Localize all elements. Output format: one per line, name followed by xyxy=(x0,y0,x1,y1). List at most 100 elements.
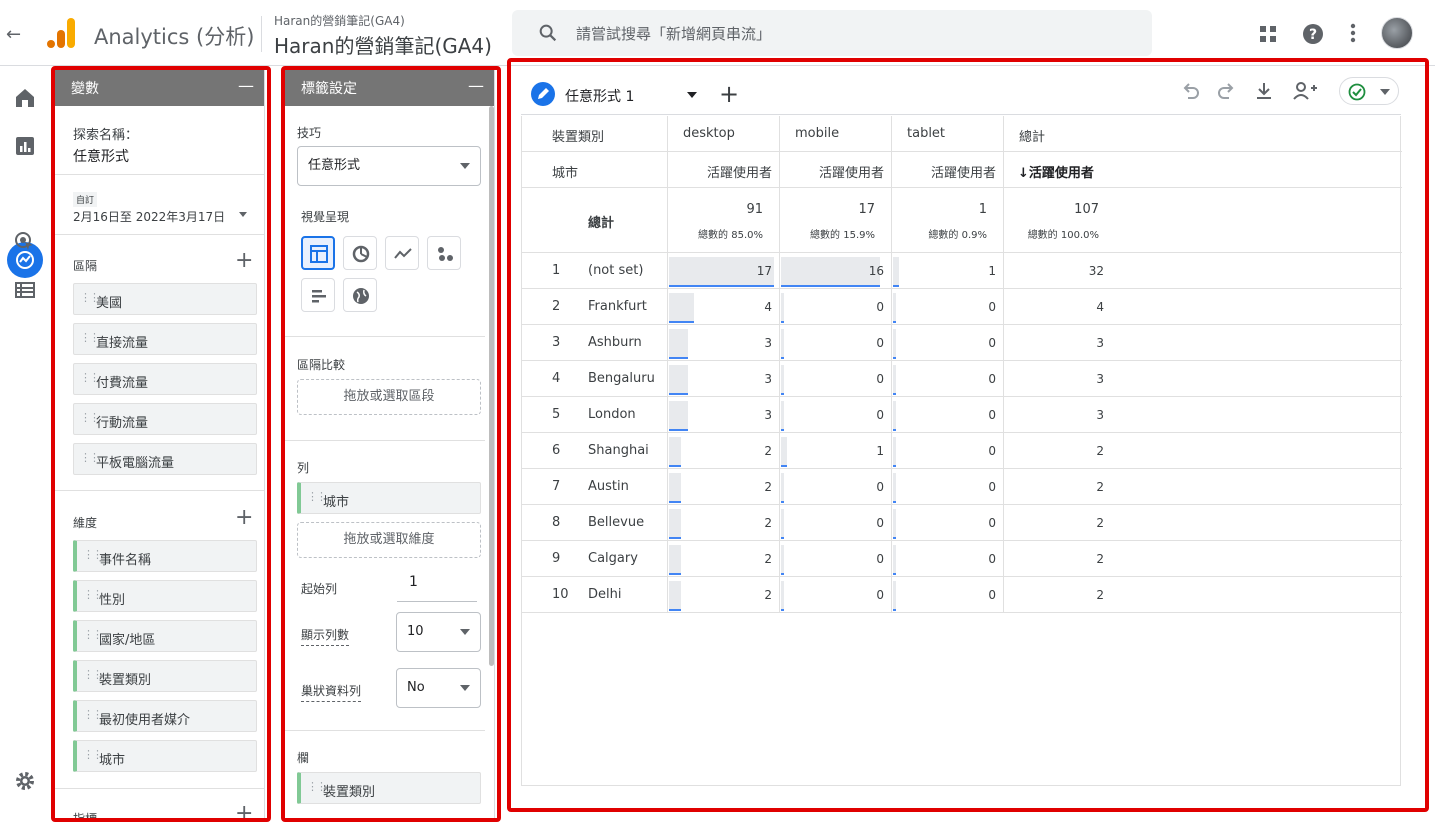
status-dropdown[interactable] xyxy=(1339,77,1399,105)
technique-select[interactable]: 任意形式 xyxy=(297,146,481,186)
cell-value[interactable]: 1 xyxy=(784,444,884,458)
table-row[interactable]: 1 (not set) 17 16 1 32 xyxy=(522,253,1402,289)
table-row[interactable]: 9 Calgary 2 0 0 2 xyxy=(522,541,1402,577)
column-header-mobile[interactable]: mobile xyxy=(795,126,839,141)
add-metric-icon[interactable]: + xyxy=(235,801,253,822)
column-header-tablet[interactable]: tablet xyxy=(907,126,945,141)
cell-value[interactable]: 3 xyxy=(672,372,772,386)
account-avatar[interactable] xyxy=(1381,17,1413,49)
column-header-total[interactable]: 總計 xyxy=(1019,126,1045,145)
add-segment-icon[interactable]: + xyxy=(235,248,253,273)
bar-viz-button[interactable] xyxy=(301,278,335,312)
chevron-down-icon[interactable] xyxy=(1380,89,1390,95)
panel-scrollbar[interactable] xyxy=(489,106,494,666)
geo-viz-button[interactable] xyxy=(343,278,377,312)
cell-value[interactable]: 32 xyxy=(1008,264,1104,278)
column-dimension-chip[interactable]: ⋮⋮ 裝置類別 xyxy=(297,772,481,804)
cell-value[interactable]: 17 xyxy=(672,264,772,278)
exploration-name[interactable]: 任意形式 xyxy=(73,146,129,166)
dimension-chip[interactable]: ⋮⋮ 最初使用者媒介 xyxy=(73,700,257,732)
advertising-nav-icon[interactable] xyxy=(13,230,37,254)
add-dimension-icon[interactable]: + xyxy=(235,505,253,530)
line-viz-button[interactable] xyxy=(385,236,419,270)
more-vert-icon[interactable] xyxy=(1340,17,1366,49)
cell-value[interactable]: 2 xyxy=(672,516,772,530)
cell-value[interactable]: 2 xyxy=(1008,552,1104,566)
dimension-chip[interactable]: ⋮⋮ 裝置類別 xyxy=(73,660,257,692)
table-row[interactable]: 3 Ashburn 3 0 0 3 xyxy=(522,325,1402,361)
table-row[interactable]: 10 Delhi 2 0 0 2 xyxy=(522,577,1402,613)
settings-gear-icon[interactable] xyxy=(13,769,37,793)
configure-icon[interactable] xyxy=(13,278,37,302)
cell-value[interactable]: 2 xyxy=(1008,444,1104,458)
cell-value[interactable]: 4 xyxy=(1008,300,1104,314)
cell-value[interactable]: 16 xyxy=(784,264,884,278)
cell-value[interactable]: 2 xyxy=(672,444,772,458)
metric-header[interactable]: 活躍使用者 xyxy=(784,162,884,181)
cell-value[interactable]: 3 xyxy=(1008,372,1104,386)
drop-segment-zone[interactable]: 拖放或選取區段 xyxy=(297,379,481,415)
segment-chip[interactable]: ⋮⋮ 平板電腦流量 xyxy=(73,443,257,475)
date-dropdown-icon[interactable] xyxy=(239,212,247,217)
cell-value[interactable]: 0 xyxy=(896,588,996,602)
cell-value[interactable]: 2 xyxy=(1008,588,1104,602)
cell-value[interactable]: 0 xyxy=(896,336,996,350)
dimension-chip[interactable]: ⋮⋮ 性別 xyxy=(73,580,257,612)
cell-value[interactable]: 2 xyxy=(672,552,772,566)
table-row[interactable]: 4 Bengaluru 3 0 0 3 xyxy=(522,361,1402,397)
cell-value[interactable]: 2 xyxy=(672,480,772,494)
column-header-desktop[interactable]: desktop xyxy=(683,126,735,141)
sorted-metric-header[interactable]: ↓活躍使用者 xyxy=(1018,162,1094,181)
cell-value[interactable]: 0 xyxy=(784,588,884,602)
property-name[interactable]: Haran的營銷筆記(GA4) xyxy=(274,30,492,59)
cell-value[interactable]: 0 xyxy=(784,516,884,530)
metric-header[interactable]: 活躍使用者 xyxy=(672,162,772,181)
home-icon[interactable] xyxy=(13,86,37,110)
table-row[interactable]: 5 London 3 0 0 3 xyxy=(522,397,1402,433)
help-icon[interactable]: ? xyxy=(1300,17,1326,49)
table-row[interactable]: 2 Frankfurt 4 0 0 4 xyxy=(522,289,1402,325)
tab-freeform-1[interactable]: 任意形式 1 xyxy=(521,74,706,114)
search-bar[interactable]: 請嘗試搜尋「新增網頁串流」 xyxy=(512,10,1152,56)
donut-viz-button[interactable] xyxy=(343,236,377,270)
download-icon[interactable] xyxy=(1253,80,1275,102)
cell-value[interactable]: 0 xyxy=(896,552,996,566)
table-viz-button[interactable] xyxy=(301,236,335,270)
date-range[interactable]: 2月16日至 2022年3月17日 xyxy=(73,208,225,225)
segment-chip[interactable]: ⋮⋮ 行動流量 xyxy=(73,403,257,435)
minimize-icon[interactable]: — xyxy=(238,76,254,95)
property-account[interactable]: Haran的營銷筆記(GA4) xyxy=(274,12,405,29)
drop-dimension-zone[interactable]: 拖放或選取維度 xyxy=(297,522,481,558)
cell-value[interactable]: 0 xyxy=(784,408,884,422)
scatter-viz-button[interactable] xyxy=(427,236,461,270)
minimize-icon[interactable]: — xyxy=(468,76,484,95)
segment-chip[interactable]: ⋮⋮ 付費流量 xyxy=(73,363,257,395)
table-row[interactable]: 8 Bellevue 2 0 0 2 xyxy=(522,505,1402,541)
table-row[interactable]: 7 Austin 2 0 0 2 xyxy=(522,469,1402,505)
undo-icon[interactable] xyxy=(1180,80,1202,102)
redo-icon[interactable] xyxy=(1215,80,1237,102)
cell-value[interactable]: 0 xyxy=(896,444,996,458)
add-tab-icon[interactable]: + xyxy=(719,80,739,108)
segment-chip[interactable]: ⋮⋮ 直接流量 xyxy=(73,323,257,355)
apps-grid-icon[interactable] xyxy=(1256,17,1282,49)
cell-value[interactable]: 3 xyxy=(1008,336,1104,350)
dimension-chip[interactable]: ⋮⋮ 事件名稱 xyxy=(73,540,257,572)
start-row-input[interactable]: 1 xyxy=(397,574,477,602)
segment-chip[interactable]: ⋮⋮ 美國 xyxy=(73,283,257,315)
row-dimension-chip[interactable]: ⋮⋮ 城市 xyxy=(297,482,481,514)
cell-value[interactable]: 0 xyxy=(784,336,884,350)
share-user-icon[interactable] xyxy=(1291,80,1319,102)
show-rows-select[interactable]: 10 xyxy=(396,612,481,652)
back-arrow-icon[interactable]: ← xyxy=(6,24,21,45)
cell-value[interactable]: 3 xyxy=(672,408,772,422)
cell-value[interactable]: 3 xyxy=(1008,408,1104,422)
cell-value[interactable]: 0 xyxy=(896,408,996,422)
table-row[interactable]: 6 Shanghai 2 1 0 2 xyxy=(522,433,1402,469)
cell-value[interactable]: 0 xyxy=(784,552,884,566)
cell-value[interactable]: 0 xyxy=(784,372,884,386)
metric-header[interactable]: 活躍使用者 xyxy=(896,162,996,181)
tab-dropdown-icon[interactable] xyxy=(687,92,697,98)
cell-value[interactable]: 4 xyxy=(672,300,772,314)
cell-value[interactable]: 2 xyxy=(672,588,772,602)
